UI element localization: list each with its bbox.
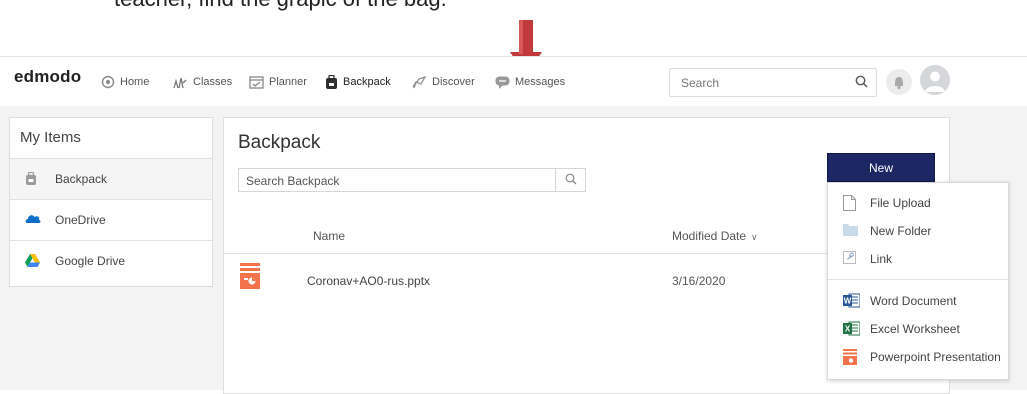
- menu-item-label: File Upload: [870, 196, 931, 210]
- nav-home[interactable]: Home: [101, 74, 149, 90]
- nav-classes[interactable]: Classes: [172, 74, 232, 90]
- file-name[interactable]: Coronav+AO0-rus.pptx: [307, 274, 430, 288]
- user-avatar[interactable]: [920, 65, 950, 95]
- folder-icon: [843, 224, 858, 236]
- avatar-icon: [925, 71, 945, 92]
- messages-icon: [495, 76, 510, 89]
- word-icon: W: [843, 293, 860, 308]
- menu-item-label: Powerpoint Presentation: [870, 350, 1001, 364]
- nav-planner-label: Planner: [269, 76, 307, 88]
- nav-classes-label: Classes: [193, 76, 233, 88]
- menu-item-powerpoint-presentation[interactable]: Powerpoint Presentation: [828, 345, 1008, 369]
- sidebar-item-backpack[interactable]: Backpack: [10, 158, 212, 199]
- nav-backpack-label: Backpack: [343, 76, 391, 88]
- onedrive-icon: [25, 215, 41, 223]
- sidebar-item-google-drive[interactable]: Google Drive: [10, 240, 212, 281]
- svg-text:X: X: [845, 325, 851, 334]
- nav-discover-label: Discover: [432, 76, 475, 88]
- column-header-modified-date[interactable]: Modified Date ∨: [672, 229, 758, 243]
- file-modified-date: 3/16/2020: [672, 274, 726, 288]
- page-title: Backpack: [238, 132, 321, 153]
- nav-messages-label: Messages: [515, 76, 566, 88]
- powerpoint-file-icon: [240, 263, 260, 289]
- menu-item-file-upload[interactable]: File Upload: [828, 191, 1008, 215]
- nav-planner[interactable]: Planner: [249, 74, 307, 90]
- backpack-icon: [326, 74, 337, 89]
- nav-discover[interactable]: Discover: [411, 74, 475, 90]
- bell-icon: [895, 77, 903, 90]
- discover-icon: [412, 75, 427, 89]
- new-button[interactable]: New: [827, 153, 935, 182]
- search-icon[interactable]: [855, 75, 868, 88]
- global-search[interactable]: [669, 68, 877, 97]
- menu-item-word-document[interactable]: W Word Document: [828, 289, 1008, 313]
- menu-item-link[interactable]: Link: [828, 247, 1008, 271]
- backpack-icon: [26, 172, 36, 185]
- menu-item-label: Link: [870, 252, 893, 266]
- sidebar-title: My Items: [20, 129, 81, 146]
- planner-icon: [249, 76, 264, 89]
- menu-item-label: Word Document: [870, 294, 957, 308]
- caption-text: teacher, find the grapic of the bag.: [114, 0, 447, 12]
- powerpoint-icon: [843, 349, 857, 365]
- nav-messages[interactable]: Messages: [495, 74, 565, 90]
- column-header-modified-label: Modified Date: [672, 229, 747, 243]
- menu-item-new-folder[interactable]: New Folder: [828, 219, 1008, 243]
- link-icon: [843, 251, 856, 264]
- file-icon: [843, 195, 856, 211]
- excel-icon: X: [843, 321, 860, 336]
- menu-divider: [828, 279, 1008, 280]
- column-header-name[interactable]: Name: [313, 229, 345, 243]
- notifications-button[interactable]: [886, 69, 912, 95]
- global-search-input[interactable]: [679, 73, 843, 93]
- sidebar-item-label: Backpack: [55, 172, 108, 186]
- top-navbar: edmodo Home Classes Planner Backpack Dis…: [0, 56, 1027, 108]
- menu-item-label: New Folder: [870, 224, 932, 238]
- edmodo-logo[interactable]: edmodo: [14, 67, 81, 87]
- backpack-search-input[interactable]: [244, 171, 548, 190]
- classes-icon: [173, 77, 187, 89]
- svg-text:W: W: [844, 297, 852, 306]
- chevron-down-icon: ∨: [751, 232, 758, 242]
- sidebar-item-label: OneDrive: [55, 213, 106, 227]
- new-dropdown-menu: File Upload New Folder Link W Word Docum…: [827, 182, 1009, 380]
- sidebar-item-onedrive[interactable]: OneDrive: [10, 199, 212, 240]
- nav-home-label: Home: [120, 76, 150, 88]
- google-drive-icon: [25, 254, 40, 267]
- nav-backpack[interactable]: Backpack: [325, 74, 391, 90]
- menu-item-label: Excel Worksheet: [870, 322, 960, 336]
- search-icon[interactable]: [565, 173, 577, 185]
- sidebar-item-label: Google Drive: [55, 254, 126, 268]
- my-items-sidebar: My Items Backpack OneDrive Google Drive: [9, 117, 213, 287]
- home-icon: [101, 75, 115, 89]
- search-divider: [555, 169, 556, 191]
- menu-item-excel-worksheet[interactable]: X Excel Worksheet: [828, 317, 1008, 341]
- backpack-search[interactable]: [238, 168, 586, 192]
